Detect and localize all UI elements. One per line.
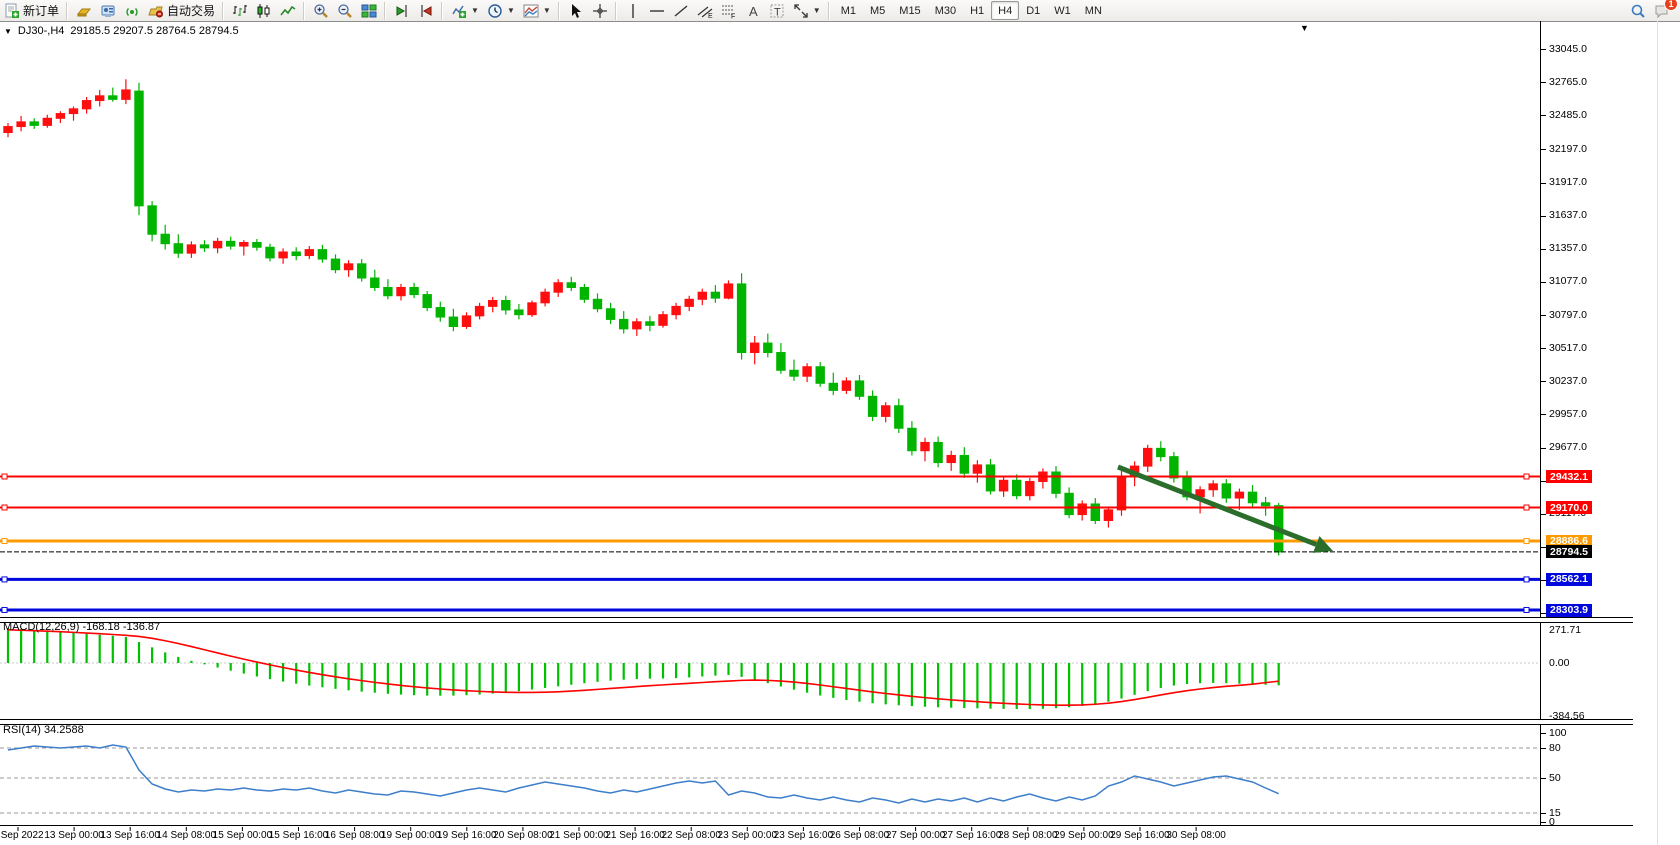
time-axis-label: 19 Sep 16:00 [437, 830, 497, 841]
price-tick-label: 32197.0 [1549, 143, 1587, 155]
time-axis-label: 29 Sep 00:00 [1054, 830, 1114, 841]
time-axis-label: 13 Sep 16:00 [100, 830, 160, 841]
search-button[interactable] [1626, 0, 1650, 21]
rsi-line[interactable] [8, 745, 1279, 803]
price-level-badge: 28562.1 [1546, 573, 1592, 586]
rsi-tick-label: 50 [1549, 772, 1561, 784]
price-tick-mark [1541, 315, 1546, 316]
time-axis-label: 28 Sep 08:00 [998, 830, 1058, 841]
price-tick-mark [1541, 216, 1546, 217]
time-axis-label: 19 Sep 00:00 [381, 830, 441, 841]
rsi-tick-mark [1541, 733, 1546, 734]
macd-tick-label: 271.71 [1549, 624, 1581, 636]
price-tick-label: 30797.0 [1549, 309, 1587, 321]
price-tick-mark [1541, 49, 1546, 50]
rsi-timeaxis-separator [0, 825, 1633, 827]
price-tick-label: 30237.0 [1549, 375, 1587, 387]
time-axis-label: 27 Sep 00:00 [886, 830, 946, 841]
price-tick-mark [1541, 282, 1546, 283]
price-tick-label: 31637.0 [1549, 209, 1587, 221]
macd-histogram[interactable] [7, 628, 1280, 709]
rsi-indicator-label: RSI(14) 34.2588 [3, 724, 84, 736]
price-tick-mark [1541, 348, 1546, 349]
time-axis-label: 16 Sep 08:00 [325, 830, 385, 841]
price-level-badge: 28303.9 [1546, 604, 1592, 617]
rsi-tick-mark [1541, 813, 1546, 814]
price-tick-label: 29677.0 [1549, 441, 1587, 453]
price-tick-mark [1541, 115, 1546, 116]
chart-header: ▼ DJ30-,H4 29185.5 29207.5 28764.5 28794… [0, 22, 239, 40]
notification-badge: 1 [1664, 0, 1678, 11]
notifications-button[interactable]: 1 [1650, 0, 1674, 21]
time-axis-label: 23 Sep 00:00 [718, 830, 778, 841]
time-axis-label: 2 Sep 2022 [0, 830, 44, 841]
price-axis[interactable]: 33045.0 32765.0 32485.0 32197.0 31917.0 31637… [1541, 21, 1680, 827]
price-level-badge: 29170.0 [1546, 501, 1592, 514]
price-tick-label: 33045.0 [1549, 43, 1587, 55]
chart-shift-marker-icon[interactable]: ▼ [1300, 23, 1309, 33]
time-axis-label: 15 Sep 16:00 [269, 830, 329, 841]
search-icon [1630, 3, 1646, 19]
price-tick-label: 31077.0 [1549, 275, 1587, 287]
price-tick-mark [1541, 183, 1546, 184]
time-axis-label: 23 Sep 16:00 [774, 830, 834, 841]
time-axis[interactable]: 2 Sep 202213 Sep 00:0013 Sep 16:0014 Sep… [0, 827, 1540, 845]
one-click-collapse-icon[interactable]: ▼ [4, 27, 12, 36]
trading-app-window: 新订单自动交易▼▼▼EFAT▼M1M5M15M30H1H4D1W1MN1 ▼ D… [0, 0, 1680, 845]
price-tick-mark [1541, 149, 1546, 150]
time-axis-label: 20 Sep 08:00 [493, 830, 553, 841]
time-axis-label: 30 Sep 08:00 [1166, 830, 1226, 841]
price-tick-label: 32765.0 [1549, 76, 1587, 88]
macd-rsi-splitter[interactable] [0, 719, 1633, 725]
price-tick-label: 32485.0 [1549, 109, 1587, 121]
rsi-tick-label: 80 [1549, 742, 1561, 754]
chart-ohlc-readout: 29185.5 29207.5 28764.5 28794.5 [70, 25, 238, 37]
time-axis-label: 29 Sep 16:00 [1110, 830, 1170, 841]
price-level-badge: 29432.1 [1546, 470, 1592, 483]
rsi-tick-mark [1541, 778, 1546, 779]
price-tick-label: 31917.0 [1549, 176, 1587, 188]
time-axis-label: 21 Sep 00:00 [549, 830, 609, 841]
current-price-badge: 28794.5 [1546, 545, 1592, 558]
time-axis-label: 26 Sep 08:00 [830, 830, 890, 841]
time-axis-label: 27 Sep 16:00 [942, 830, 1002, 841]
candles[interactable] [4, 79, 1283, 555]
macd-signal-line[interactable] [8, 630, 1279, 705]
chart-macd-splitter[interactable] [0, 617, 1633, 623]
time-axis-label: 15 Sep 00:00 [213, 830, 273, 841]
price-tick-mark [1541, 448, 1546, 449]
price-tick-mark [1541, 82, 1546, 83]
rsi-tick-label: 100 [1549, 727, 1567, 739]
price-tick-mark [1541, 414, 1546, 415]
time-axis-label: 14 Sep 08:00 [157, 830, 217, 841]
rsi-tick-mark [1541, 822, 1546, 823]
rsi-tick-mark [1541, 748, 1546, 749]
macd-tick-label: 0.00 [1549, 657, 1569, 669]
time-axis-label: 21 Sep 16:00 [605, 830, 665, 841]
price-tick-label: 31357.0 [1549, 242, 1587, 254]
chart-symbol-label: DJ30-,H4 [18, 25, 64, 37]
price-tick-label: 30517.0 [1549, 342, 1587, 354]
price-tick-mark [1541, 249, 1546, 250]
time-axis-label: 22 Sep 08:00 [661, 830, 721, 841]
price-tick-mark [1541, 381, 1546, 382]
price-tick-label: 29957.0 [1549, 408, 1587, 420]
time-axis-label: 13 Sep 00:00 [44, 830, 104, 841]
